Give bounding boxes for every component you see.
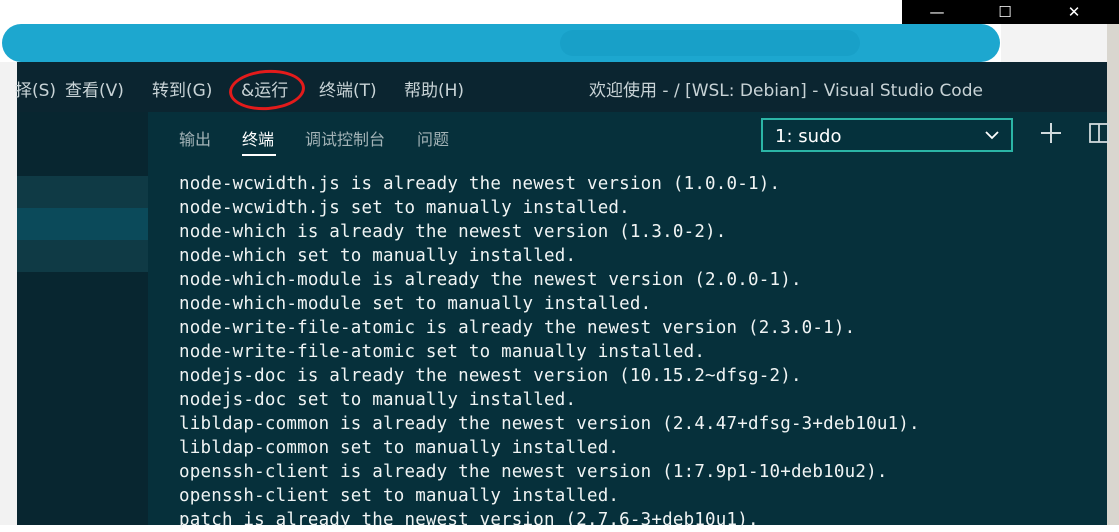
chevron-down-icon [985, 131, 999, 140]
terminal-line: libldap-common is already the newest ver… [179, 414, 920, 434]
terminal-select[interactable]: 1: sudo [761, 118, 1013, 152]
sidebar [17, 112, 148, 525]
window-title: 欢迎使用 - / [WSL: Debian] - Visual Studio C… [589, 81, 983, 101]
desktop-edge-left [0, 62, 17, 525]
terminal-line: nodejs-doc is already the newest version… [179, 366, 802, 386]
terminal-line: openssh-client is already the newest ver… [179, 462, 888, 482]
window-controls: — ☐ ✕ [902, 0, 1119, 24]
terminal-select-value: 1: sudo [775, 126, 842, 147]
background-gap [1001, 24, 1109, 64]
tab-terminal[interactable]: 终端 [242, 126, 274, 150]
active-tab-indicator [242, 154, 276, 156]
minimize-button[interactable]: — [907, 0, 967, 24]
terminal-line: openssh-client set to manually installed… [179, 486, 620, 506]
menu-view[interactable]: 查看(V) [65, 76, 124, 101]
terminal-line: patch is already the newest version (2.7… [179, 510, 759, 530]
add-terminal-icon[interactable] [1038, 120, 1064, 146]
menubar: 择(S) 查看(V) 转到(G) &运行 终端(T) 帮助(H) 欢迎使用 - … [15, 62, 1107, 113]
tab-debug-console[interactable]: 调试控制台 [305, 126, 385, 150]
panel-tabs: 输出 终端 调试控制台 问题 1: sudo [148, 112, 1110, 162]
terminal-line: node-write-file-atomic is already the ne… [179, 318, 856, 338]
sidebar-item[interactable] [17, 240, 148, 272]
menu-terminal[interactable]: 终端(T) [319, 76, 377, 101]
menu-help[interactable]: 帮助(H) [404, 76, 464, 101]
terminal-line: node-wcwidth.js is already the newest ve… [179, 174, 781, 194]
terminal-line: node-wcwidth.js set to manually installe… [179, 198, 630, 218]
tab-problems[interactable]: 问题 [417, 126, 449, 150]
terminal-line: node-which is already the newest version… [179, 222, 727, 242]
redaction-scribble-overlap [560, 30, 860, 56]
terminal-line: node-write-file-atomic set to manually i… [179, 342, 706, 362]
sidebar-item[interactable] [17, 176, 148, 208]
terminal-line: libldap-common set to manually installed… [179, 438, 620, 458]
terminal-line: node-which-module set to manually instal… [179, 294, 652, 314]
menu-selection[interactable]: 择(S) [15, 76, 56, 101]
sidebar-item-selected[interactable] [17, 208, 148, 240]
split-terminal-icon[interactable] [1088, 122, 1110, 144]
desktop-edge [1107, 24, 1119, 525]
bottom-panel: 输出 终端 调试控制台 问题 1: sudo node-wcwidth.js i… [148, 112, 1110, 530]
terminal-line: node-which set to manually installed. [179, 246, 577, 266]
tab-output[interactable]: 输出 [179, 126, 211, 150]
maximize-button[interactable]: ☐ [975, 0, 1035, 24]
vscode-window: 择(S) 查看(V) 转到(G) &运行 终端(T) 帮助(H) 欢迎使用 - … [15, 62, 1110, 530]
terminal-line: node-which-module is already the newest … [179, 270, 802, 290]
close-button[interactable]: ✕ [1044, 0, 1104, 24]
menu-go[interactable]: 转到(G) [152, 76, 212, 101]
terminal-line: nodejs-doc set to manually installed. [179, 390, 577, 410]
terminal-output[interactable]: node-wcwidth.js is already the newest ve… [179, 172, 1099, 532]
annotation-circle [227, 67, 307, 113]
